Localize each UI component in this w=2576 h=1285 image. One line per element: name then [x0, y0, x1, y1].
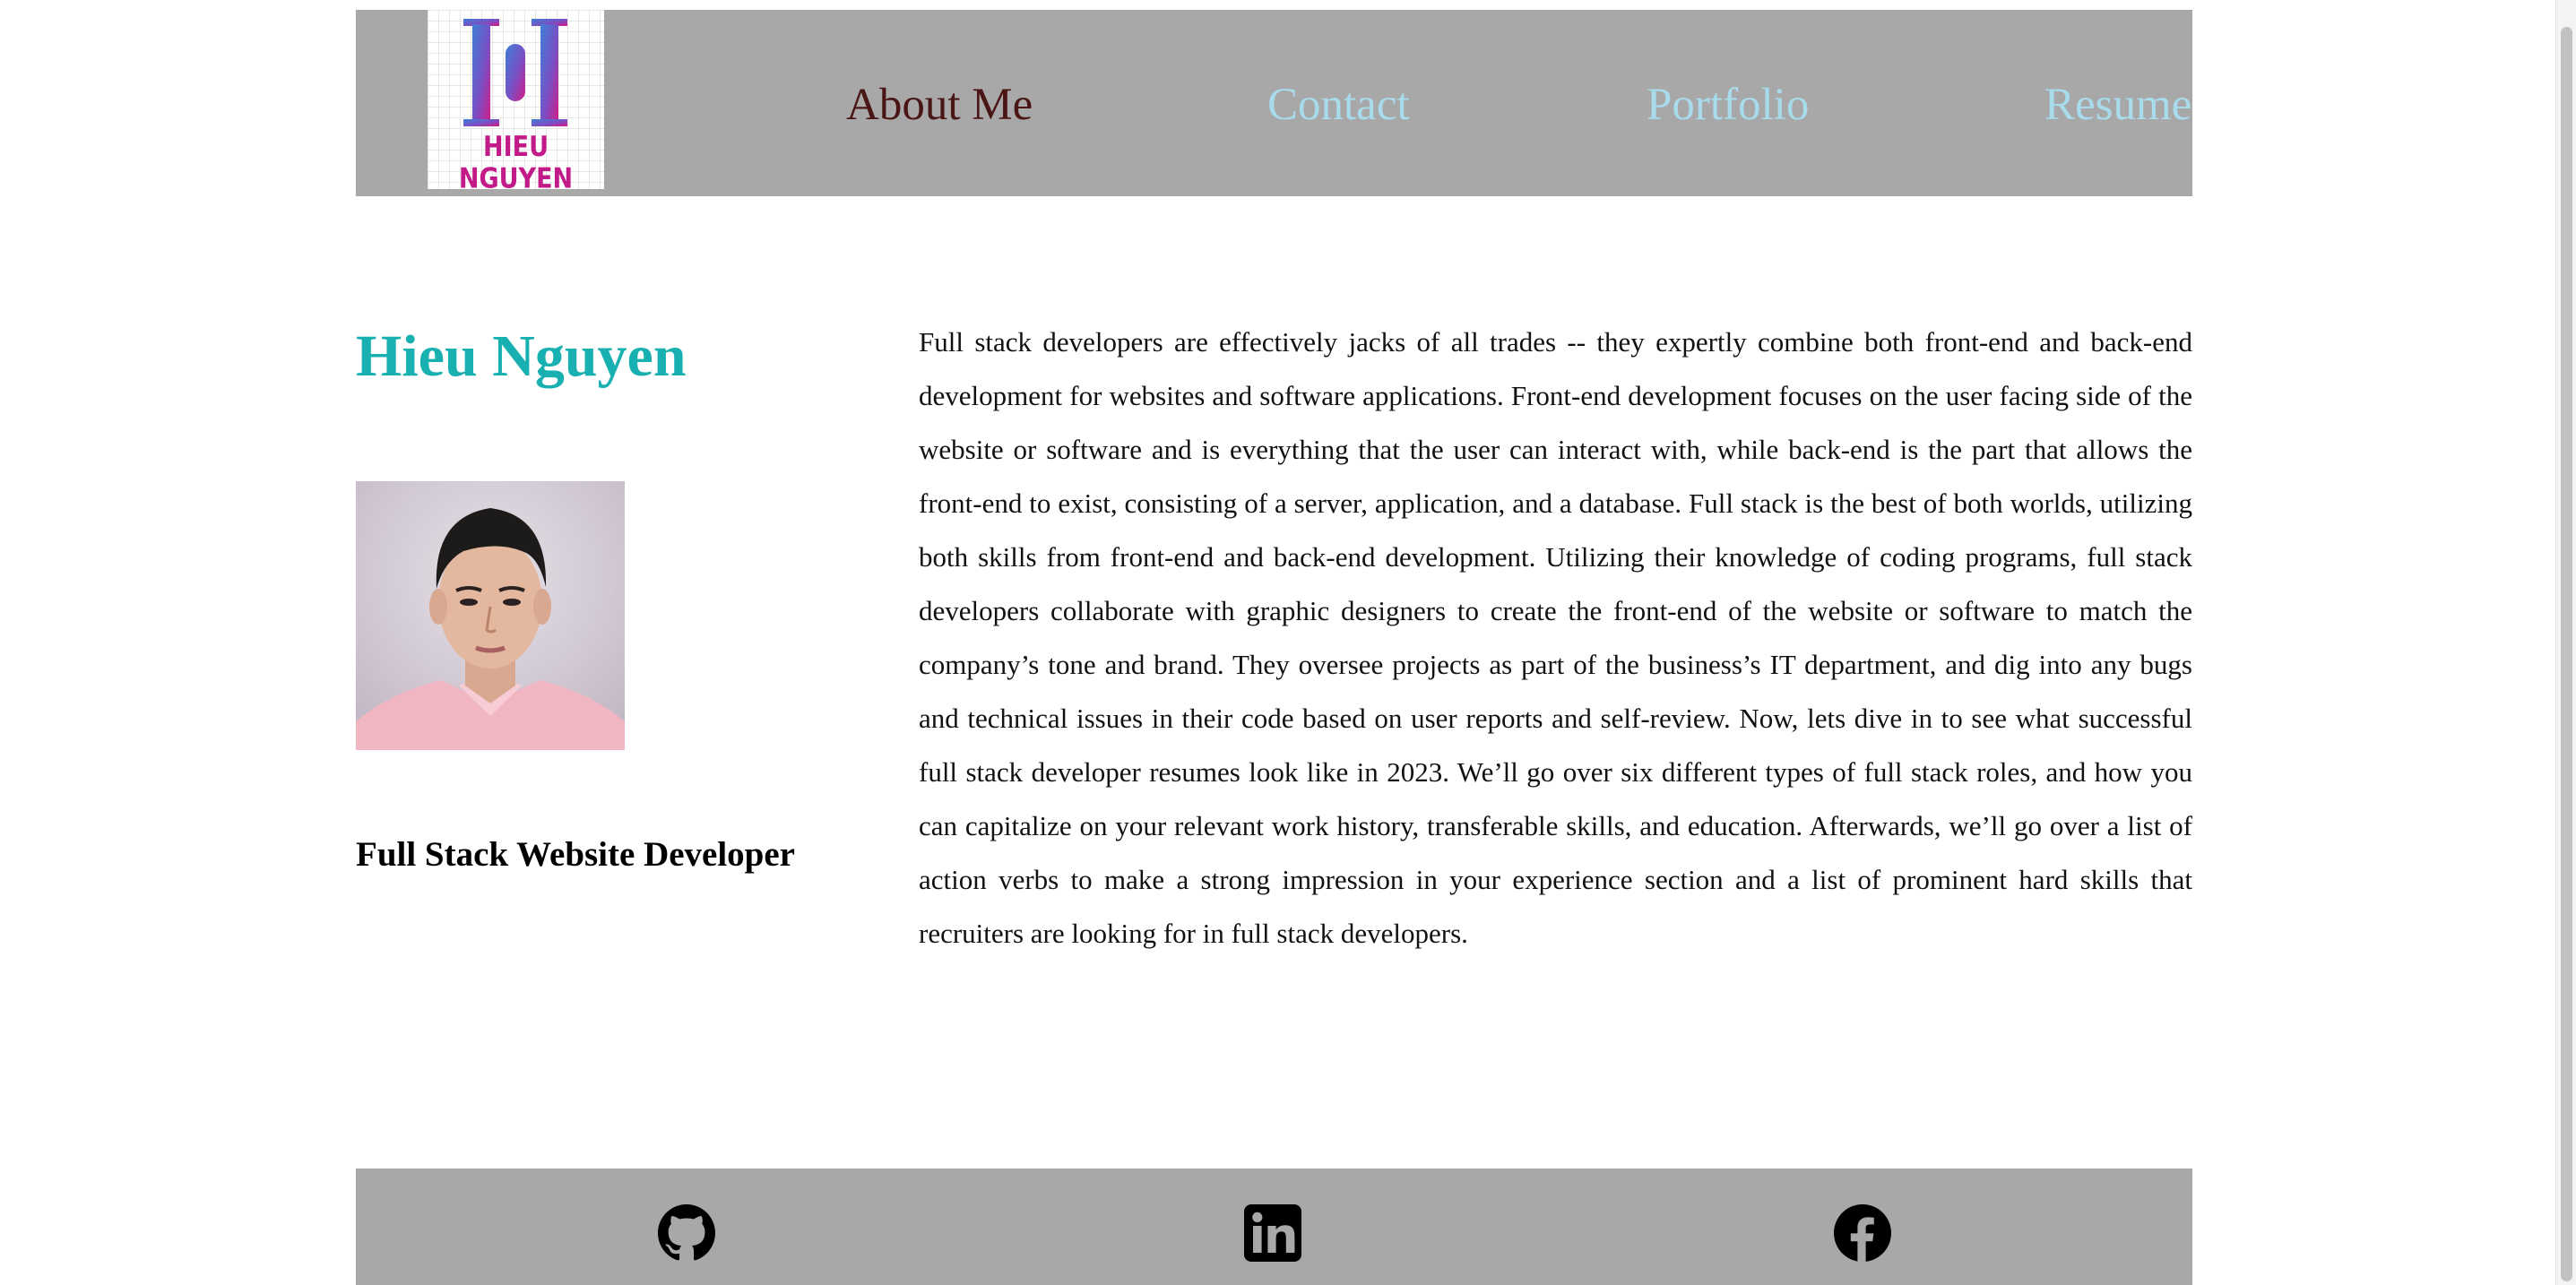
logo-text: HIEU NGUYEN: [458, 131, 574, 189]
logo-monogram-icon: [463, 19, 567, 126]
profile-photo: [356, 481, 625, 750]
nav-contact[interactable]: Contact: [1267, 80, 1410, 130]
nav-portfolio[interactable]: Portfolio: [1647, 80, 1809, 130]
nav-about-me[interactable]: About Me: [846, 80, 1033, 130]
site-footer: [356, 1169, 2192, 1285]
facebook-icon[interactable]: [1834, 1204, 1891, 1262]
site-header: HIEU NGUYEN About Me Contact Portfolio R…: [356, 10, 2192, 196]
scrollbar-thumb[interactable]: [2561, 27, 2572, 1281]
github-icon[interactable]: [658, 1204, 715, 1262]
bio-paragraph: Full stack developers are effectively ja…: [919, 326, 2192, 949]
linkedin-icon[interactable]: [1244, 1204, 1301, 1262]
profile-name: Hieu Nguyen: [356, 323, 687, 389]
job-title: Full Stack Website Developer: [356, 835, 795, 874]
nav-resume[interactable]: Resume: [2044, 80, 2191, 130]
site-logo[interactable]: HIEU NGUYEN: [428, 10, 604, 189]
vertical-scrollbar[interactable]: [2555, 0, 2576, 1285]
